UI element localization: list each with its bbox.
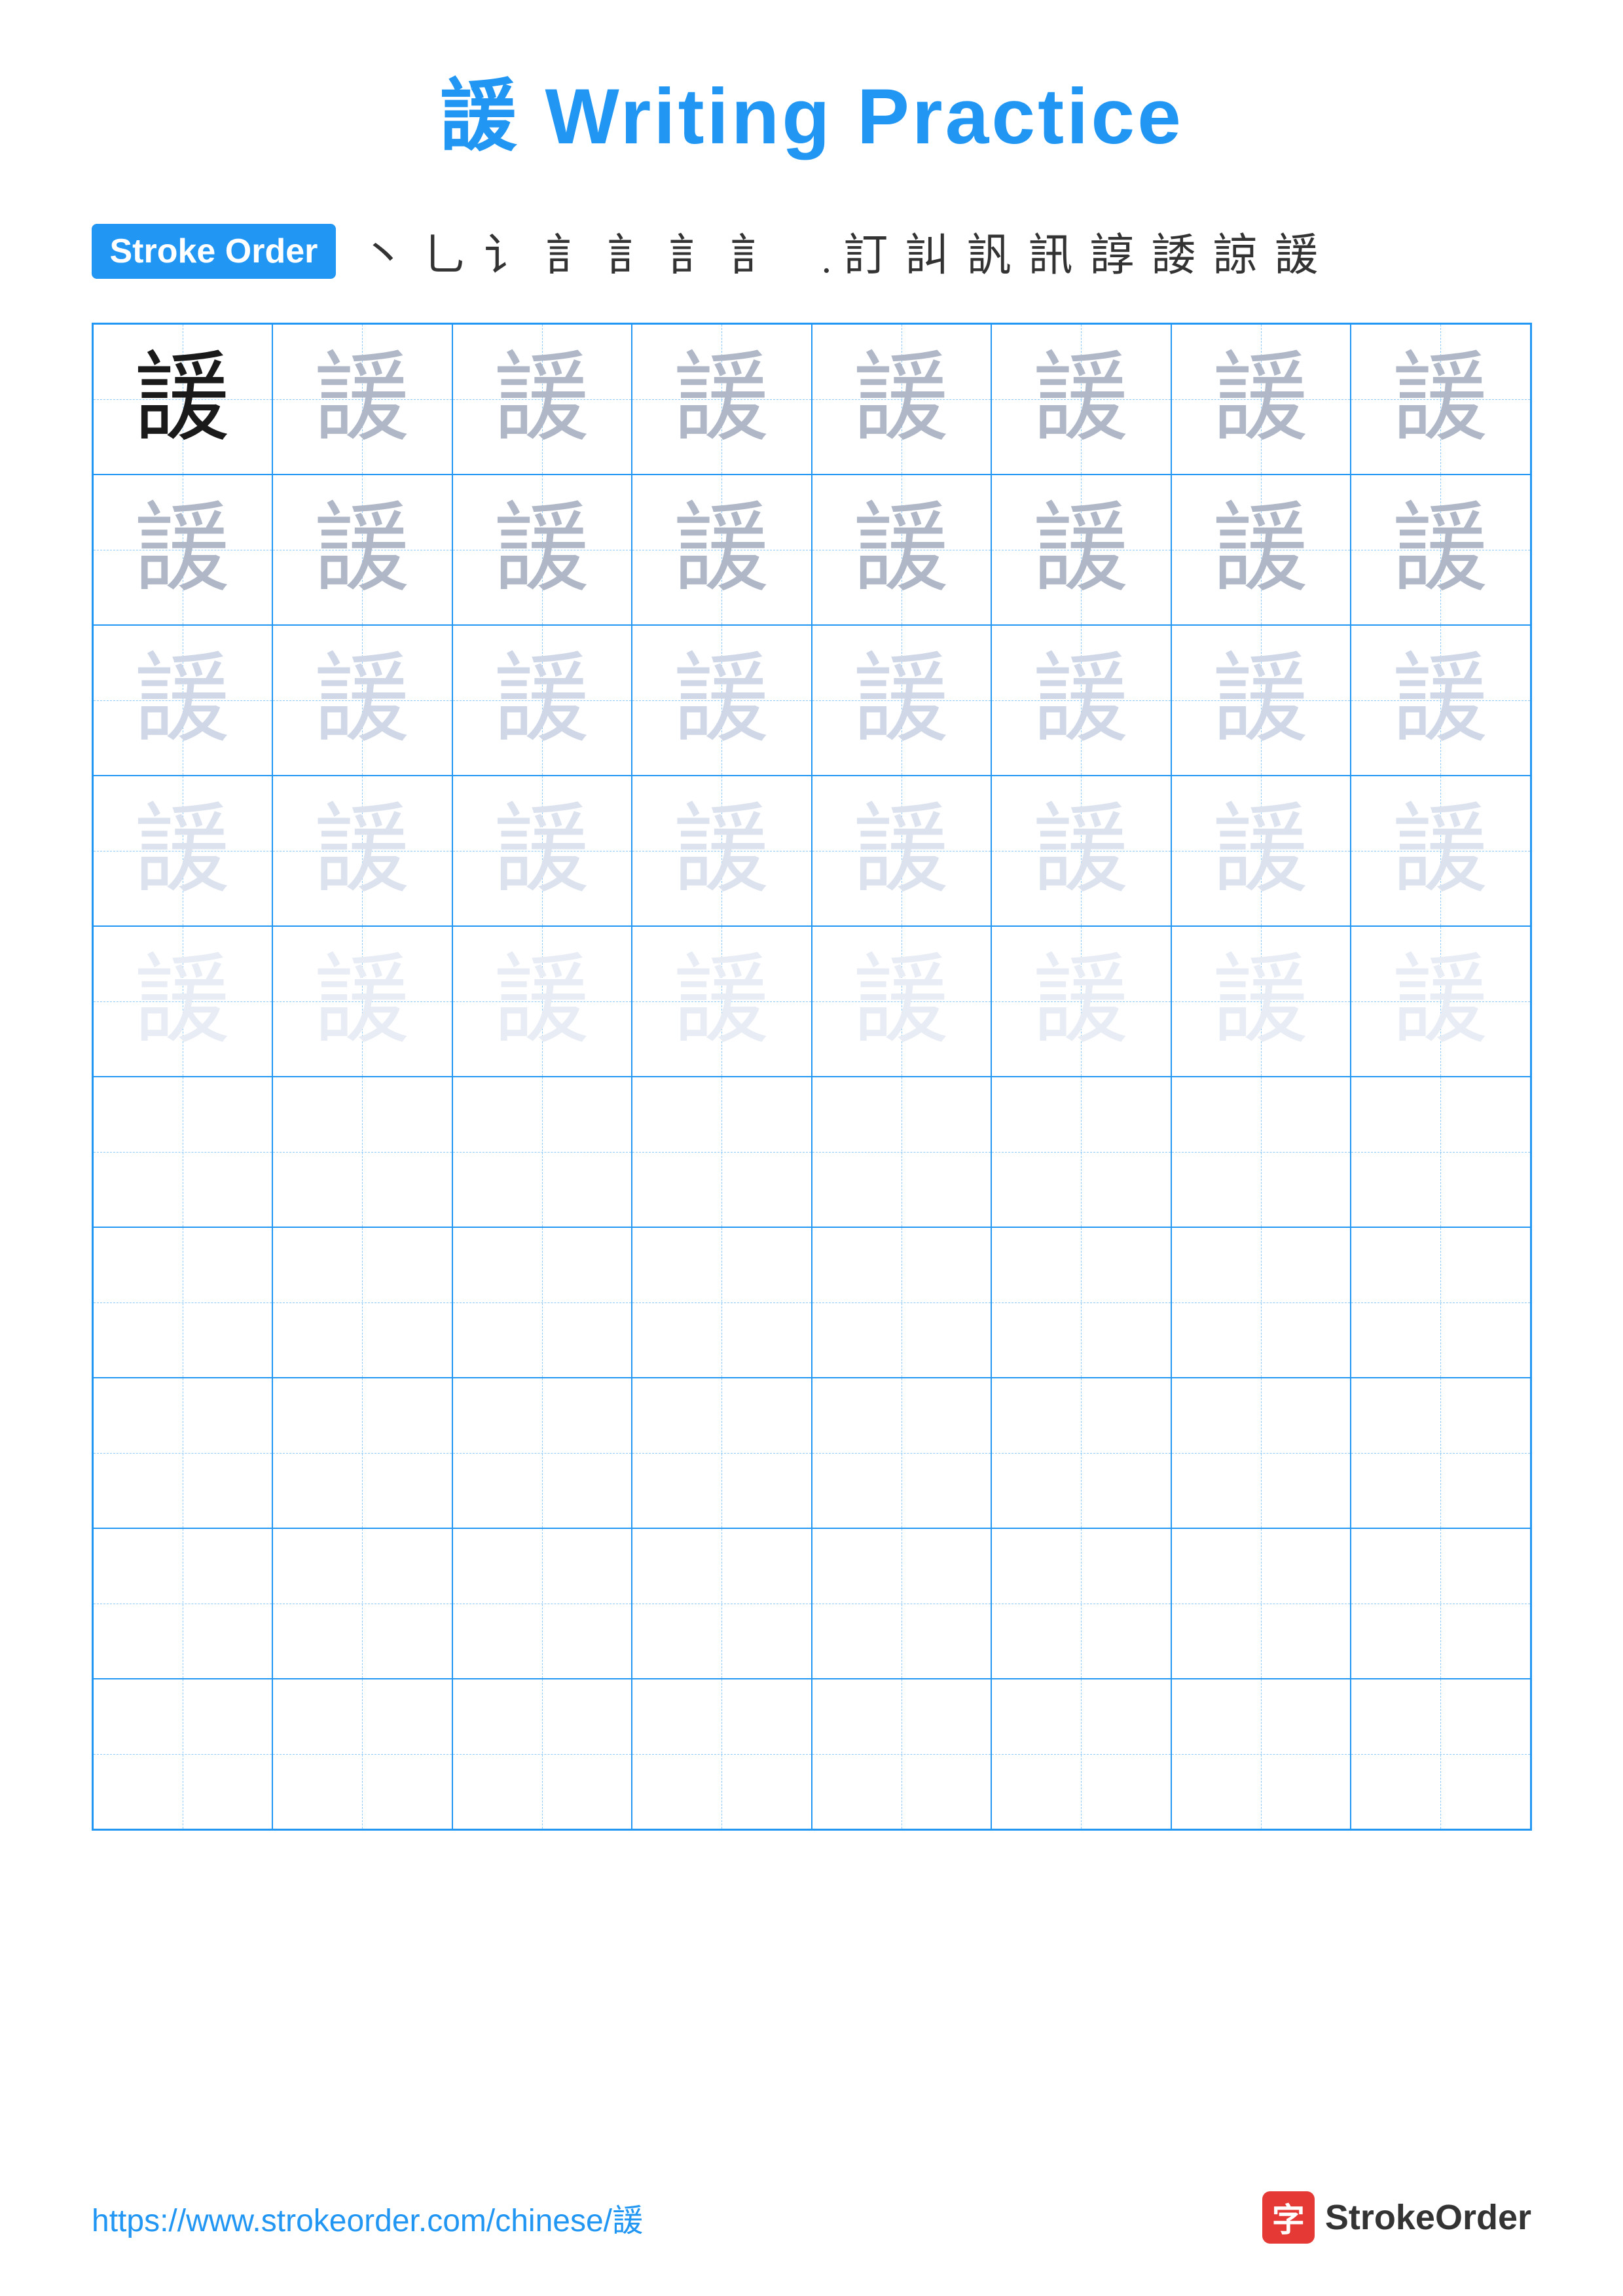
grid-cell[interactable]: 諼	[1351, 776, 1531, 926]
grid-cell[interactable]	[812, 1077, 992, 1227]
grid-cell[interactable]: 諼	[812, 926, 992, 1077]
grid-cell[interactable]: 諼	[632, 625, 812, 776]
grid-cell[interactable]: 諼	[272, 776, 452, 926]
grid-cell[interactable]: 諼	[991, 926, 1171, 1077]
grid-cell[interactable]: 諼	[93, 324, 273, 475]
grid-cell[interactable]	[812, 1227, 992, 1378]
grid-cell[interactable]: 諼	[272, 324, 452, 475]
grid-cell[interactable]	[812, 1679, 992, 1829]
grid-cell[interactable]: 諼	[991, 324, 1171, 475]
grid-cell[interactable]: 諼	[1351, 324, 1531, 475]
grid-cell[interactable]: 諼	[991, 625, 1171, 776]
page-title: 諼 Writing Practice	[92, 52, 1532, 166]
grid-cell[interactable]	[452, 1227, 632, 1378]
grid-cell[interactable]: 諼	[93, 776, 273, 926]
grid-cell[interactable]	[812, 1378, 992, 1528]
grid-cell[interactable]	[632, 1378, 812, 1528]
grid-cell[interactable]	[1351, 1077, 1531, 1227]
brand-name: StrokeOrder	[1325, 2197, 1531, 2238]
grid-cell[interactable]	[272, 1679, 452, 1829]
grid-cell[interactable]	[1171, 1679, 1351, 1829]
grid-cell[interactable]: 諼	[452, 776, 632, 926]
footer-brand: 字 StrokeOrder	[1262, 2191, 1531, 2244]
grid-cell[interactable]: 諼	[812, 625, 992, 776]
grid-cell[interactable]: 諼	[452, 625, 632, 776]
stroke-order-chars: 丶 ⺃ 讠 訁 訁 訁 訁 訁̣ 訂 訆 訉 訊 諄 諉 諒 諼	[356, 219, 1324, 283]
grid-cell[interactable]	[1351, 1227, 1531, 1378]
grid-cell[interactable]: 諼	[93, 926, 273, 1077]
grid-cell[interactable]	[452, 1077, 632, 1227]
grid-cell[interactable]	[1171, 1378, 1351, 1528]
grid-cell[interactable]: 諼	[452, 475, 632, 625]
grid-cell[interactable]: 諼	[93, 625, 273, 776]
grid-cell[interactable]: 諼	[272, 475, 452, 625]
grid-cell[interactable]	[1171, 1227, 1351, 1378]
grid-cell[interactable]	[452, 1528, 632, 1679]
footer-url[interactable]: https://www.strokeorder.com/chinese/諼	[92, 2195, 644, 2240]
footer: https://www.strokeorder.com/chinese/諼 字 …	[92, 2191, 1531, 2244]
grid-cell[interactable]	[93, 1528, 273, 1679]
grid-cell[interactable]	[632, 1227, 812, 1378]
grid-cell[interactable]	[632, 1077, 812, 1227]
grid-cell[interactable]: 諼	[632, 475, 812, 625]
practice-grid: 諼 諼 諼 諼 諼 諼 諼 諼 諼 諼 諼	[92, 323, 1532, 1831]
grid-cell[interactable]	[1351, 1528, 1531, 1679]
grid-cell[interactable]: 諼	[1351, 475, 1531, 625]
grid-cell[interactable]	[991, 1077, 1171, 1227]
grid-cell[interactable]	[991, 1378, 1171, 1528]
grid-cell[interactable]: 諼	[632, 926, 812, 1077]
grid-cell[interactable]	[93, 1077, 273, 1227]
stroke-order-section: Stroke Order 丶 ⺃ 讠 訁 訁 訁 訁 訁̣ 訂 訆 訉 訊 諄 …	[92, 219, 1532, 283]
grid-cell[interactable]: 諼	[1171, 324, 1351, 475]
grid-cell[interactable]: 諼	[991, 475, 1171, 625]
grid-cell[interactable]	[1171, 1077, 1351, 1227]
stroke-order-badge: Stroke Order	[92, 224, 337, 279]
grid-cell[interactable]: 諼	[272, 926, 452, 1077]
grid-cell[interactable]: 諼	[632, 776, 812, 926]
grid-cell[interactable]: 諼	[272, 625, 452, 776]
grid-cell[interactable]	[93, 1378, 273, 1528]
grid-cell[interactable]: 諼	[1171, 475, 1351, 625]
grid-cell[interactable]	[991, 1679, 1171, 1829]
grid-cell[interactable]	[812, 1528, 992, 1679]
grid-cell[interactable]	[632, 1528, 812, 1679]
grid-cell[interactable]	[632, 1679, 812, 1829]
grid-cell[interactable]: 諼	[1351, 926, 1531, 1077]
grid-cell[interactable]	[1171, 1528, 1351, 1679]
grid-cell[interactable]	[1351, 1679, 1531, 1829]
grid-cell[interactable]: 諼	[452, 324, 632, 475]
grid-cell[interactable]	[452, 1679, 632, 1829]
grid-cell[interactable]	[991, 1227, 1171, 1378]
grid-cell[interactable]	[93, 1227, 273, 1378]
grid-cell[interactable]	[272, 1378, 452, 1528]
grid-cell[interactable]: 諼	[812, 776, 992, 926]
grid-cell[interactable]: 諼	[632, 324, 812, 475]
grid-cell[interactable]	[93, 1679, 273, 1829]
grid-cell[interactable]	[452, 1378, 632, 1528]
grid-cell[interactable]: 諼	[1351, 625, 1531, 776]
grid-cell[interactable]: 諼	[1171, 776, 1351, 926]
grid-cell[interactable]: 諼	[1171, 625, 1351, 776]
grid-cell[interactable]: 諼	[812, 475, 992, 625]
grid-cell[interactable]	[1351, 1378, 1531, 1528]
grid-cell[interactable]	[272, 1077, 452, 1227]
grid-cell[interactable]	[272, 1528, 452, 1679]
grid-cell[interactable]: 諼	[93, 475, 273, 625]
grid-cell[interactable]	[272, 1227, 452, 1378]
brand-icon: 字	[1262, 2191, 1315, 2244]
grid-cell[interactable]	[991, 1528, 1171, 1679]
grid-cell[interactable]: 諼	[812, 324, 992, 475]
grid-cell[interactable]: 諼	[991, 776, 1171, 926]
grid-cell[interactable]: 諼	[452, 926, 632, 1077]
grid-cell[interactable]: 諼	[1171, 926, 1351, 1077]
